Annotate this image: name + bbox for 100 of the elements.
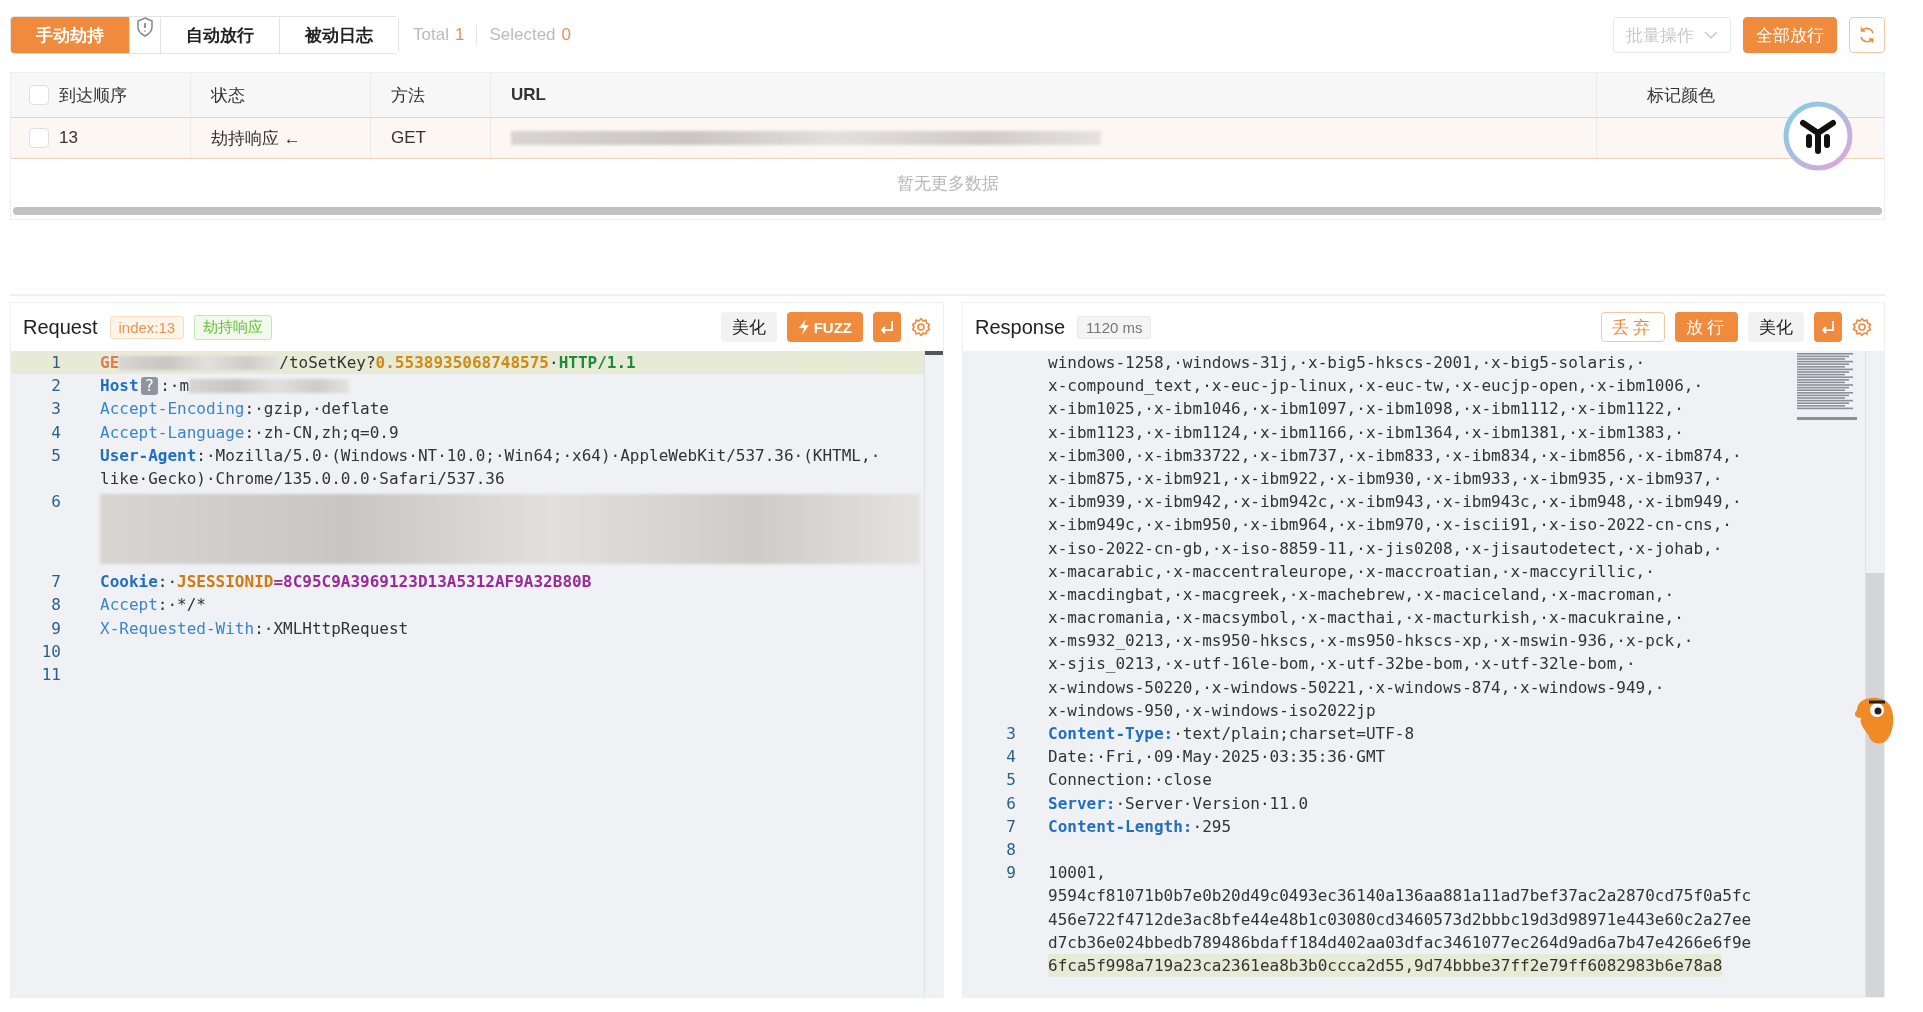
- stat-label: Total: [413, 25, 449, 45]
- logo-icon[interactable]: [1783, 101, 1853, 171]
- table-cell: GET: [391, 128, 426, 148]
- refresh-icon: [1858, 26, 1876, 44]
- line-number: 4: [1005, 746, 1016, 769]
- discard-button[interactable]: 丢弃: [1600, 312, 1666, 342]
- stat-label: Selected: [489, 25, 556, 45]
- code-text: Accept-Language: [100, 421, 245, 444]
- code-text: 6fca5f998a719a23ca2361ea8b3b0ccca2d55,9d74bbbe37ff2e79ff6082983b6e78a8: [1048, 954, 1723, 977]
- wrap-button[interactable]: [1814, 312, 1842, 342]
- code-text: :·Mozilla/5.0·(Windows·NT·10.0;·Win64;·x64)·AppleWebKit/537.36·(KHTML,·: [196, 444, 881, 467]
- line-number: 9: [50, 617, 61, 640]
- code-text: x-ibm300,·x-ibm33722,·x-ibm737,·x-ibm833,·x-ibm834,·x-ibm856,·x-ibm874,·: [1048, 444, 1742, 467]
- code-text: x-compound_text,·x-euc-jp-linux,·x-euc-tw,·x-eucjp-open,·x-ibm1006,·: [1048, 375, 1704, 398]
- code-text: Accept: [100, 594, 158, 617]
- code-text: ·Server·Version·11.0: [1115, 792, 1309, 815]
- code-text: x-windows-950,·x-windows-iso2022jp: [1048, 699, 1376, 722]
- code-text: JSESSIONID: [177, 571, 274, 594]
- tag-label: 劫持响应: [194, 314, 273, 340]
- code-text: 9594cf81071b0b7e0b20d49c0493ec36140a136aa881a11ad7bef37ac2a2870cd75f0a5fc: [1048, 885, 1752, 908]
- release-button[interactable]: 放行: [1675, 312, 1738, 342]
- stat-count: 1: [454, 25, 465, 45]
- hint-badge: ?: [140, 376, 159, 395]
- code-text: d7cb36e024bbedb789486bdaff184d402aa03dfac3461077ec264d9ad6a7b47e4266e6f9e: [1048, 931, 1752, 954]
- horizontal-scrollbar[interactable]: [13, 207, 1882, 215]
- code-text: :·: [157, 571, 178, 594]
- code-text: ·text/plain;charset=UTF-8: [1173, 723, 1415, 745]
- code-text: X-Requested-With: [100, 617, 255, 640]
- code-text: x-windows-50220,·x-windows-50221,·x-windows-874,·x-windows-949,·: [1048, 676, 1665, 699]
- mode-tab[interactable]: 手动劫持: [11, 17, 130, 53]
- line-number: 8: [1005, 838, 1016, 861]
- code-text: x-ms932_0213,·x-ms950-hkscs,·x-ms950-hkscs-xp,·x-mswin-936,·x-pck,·: [1048, 630, 1694, 653]
- code-text: x-sjis_0213,·x-utf-16le-bom,·x-utf-32be-bom,·x-utf-32le-bom,·: [1048, 653, 1636, 676]
- code-text: GE: [100, 352, 120, 374]
- code-text: /toSetKey?: [279, 352, 376, 374]
- select-all-checkbox[interactable]: [29, 85, 49, 105]
- tag-label: 1120 ms: [1077, 315, 1152, 339]
- table-row[interactable]: 13 劫持响应 ← GET: [11, 118, 1884, 159]
- empty-text: 暂无更多数据: [896, 172, 999, 195]
- line-number: 5: [50, 444, 61, 467]
- lightning-icon: [797, 319, 810, 335]
- code-text: x-ibm949c,·x-ibm950,·x-ibm964,·x-ibm970,·x-iscii91,·x-iso-2022-cn-cns,·: [1048, 514, 1732, 537]
- code-text: Server:: [1048, 792, 1116, 815]
- panel-title: Request: [23, 315, 98, 339]
- line-number: 6: [50, 491, 61, 514]
- table-cell-text: 劫持响应 ←: [211, 127, 301, 150]
- line-number: 7: [1005, 815, 1016, 838]
- code-text: ·295: [1192, 815, 1232, 838]
- code-text: Cookie: [100, 571, 158, 594]
- scrollbar-thumb[interactable]: [925, 351, 943, 355]
- code-text: :·gzip,·deflate: [244, 398, 389, 421]
- settings-icon[interactable]: [1852, 317, 1872, 337]
- code-text: Date:·Fri,·09·May·2025·03:35:36·GMT: [1048, 746, 1386, 769]
- code-text: x-ibm1123,·x-ibm1124,·x-ibm1166,·x-ibm1364,·x-ibm1381,·x-ibm1383,·: [1048, 421, 1684, 444]
- line-number: 7: [50, 571, 61, 594]
- beautify-button[interactable]: 美化: [720, 312, 777, 342]
- code-text: 10001,: [1048, 862, 1106, 885]
- code-text: 0.5538935068748575: [375, 352, 549, 374]
- code-text: Accept-Encoding: [100, 398, 245, 421]
- code-text: :·*/*: [157, 594, 206, 617]
- code-text: User-Agent: [100, 444, 197, 467]
- column-header: 状态: [211, 84, 245, 107]
- code-text: x-iso-2022-cn-gb,·x-iso-8859-11,·x-jis0208,·x-jisautodetect,·x-johab,·: [1048, 537, 1723, 560]
- line-number: 3: [1005, 723, 1016, 745]
- code-text: Connection:·close: [1048, 769, 1212, 792]
- panel-title: Response: [975, 315, 1066, 339]
- settings-icon[interactable]: [911, 317, 931, 337]
- tag-label: index:13: [109, 315, 185, 339]
- line-number: 11: [40, 663, 61, 686]
- line-number: 8: [50, 594, 61, 617]
- code-text: Content-Length:: [1048, 815, 1193, 838]
- return-arrow-icon: [880, 320, 894, 334]
- code-text: Host: [100, 375, 139, 398]
- code-text: x-ibm939,·x-ibm942,·x-ibm942c,·x-ibm943,·x-ibm943c,·x-ibm948,·x-ibm949,·: [1048, 491, 1742, 514]
- code-text: x-ibm1025,·x-ibm1046,·x-ibm1097,·x-ibm1098,·x-ibm1112,·x-ibm1122,·: [1048, 398, 1684, 421]
- column-header: 方法: [391, 84, 425, 107]
- line-number: 1: [50, 352, 61, 374]
- release-all-button[interactable]: 全部放行: [1743, 17, 1837, 53]
- code-text: HTTP/1.1: [558, 352, 636, 374]
- table-cell: 13: [59, 128, 78, 148]
- code-text: windows-1258,·windows-31j,·x-big5-hkscs-2001,·x-big5-solaris,·: [1048, 352, 1646, 374]
- line-number: 4: [50, 421, 61, 444]
- code-text: ·: [549, 352, 559, 374]
- code-text: x-macdingbat,·x-macgreek,·x-machebrew,·x-maciceland,·x-macroman,·: [1048, 583, 1675, 606]
- refresh-button[interactable]: [1849, 17, 1885, 53]
- code-text: :·XMLHttpRequest: [254, 617, 409, 640]
- chevron-down-icon: [1704, 30, 1718, 40]
- fuzz-button[interactable]: FUZZ: [786, 312, 863, 342]
- scrollbar-thumb[interactable]: [1866, 573, 1884, 997]
- line-number: 5: [1005, 769, 1016, 792]
- code-text: =8C95C9A3969123D13A5312AF9A32B80B: [273, 571, 592, 594]
- code-text: :·zh-CN,zh;q=0.9: [244, 421, 399, 444]
- code-text: like·Gecko)·Chrome/135.0.0.0·Safari/537.36: [100, 467, 505, 490]
- column-header: 到达顺序: [59, 84, 127, 107]
- row-checkbox[interactable]: [29, 128, 49, 148]
- line-number: 2: [50, 375, 61, 398]
- wrap-button[interactable]: [873, 312, 901, 342]
- beautify-button[interactable]: 美化: [1748, 312, 1804, 342]
- stat-count: 0: [561, 25, 572, 45]
- return-arrow-icon: [1821, 320, 1835, 334]
